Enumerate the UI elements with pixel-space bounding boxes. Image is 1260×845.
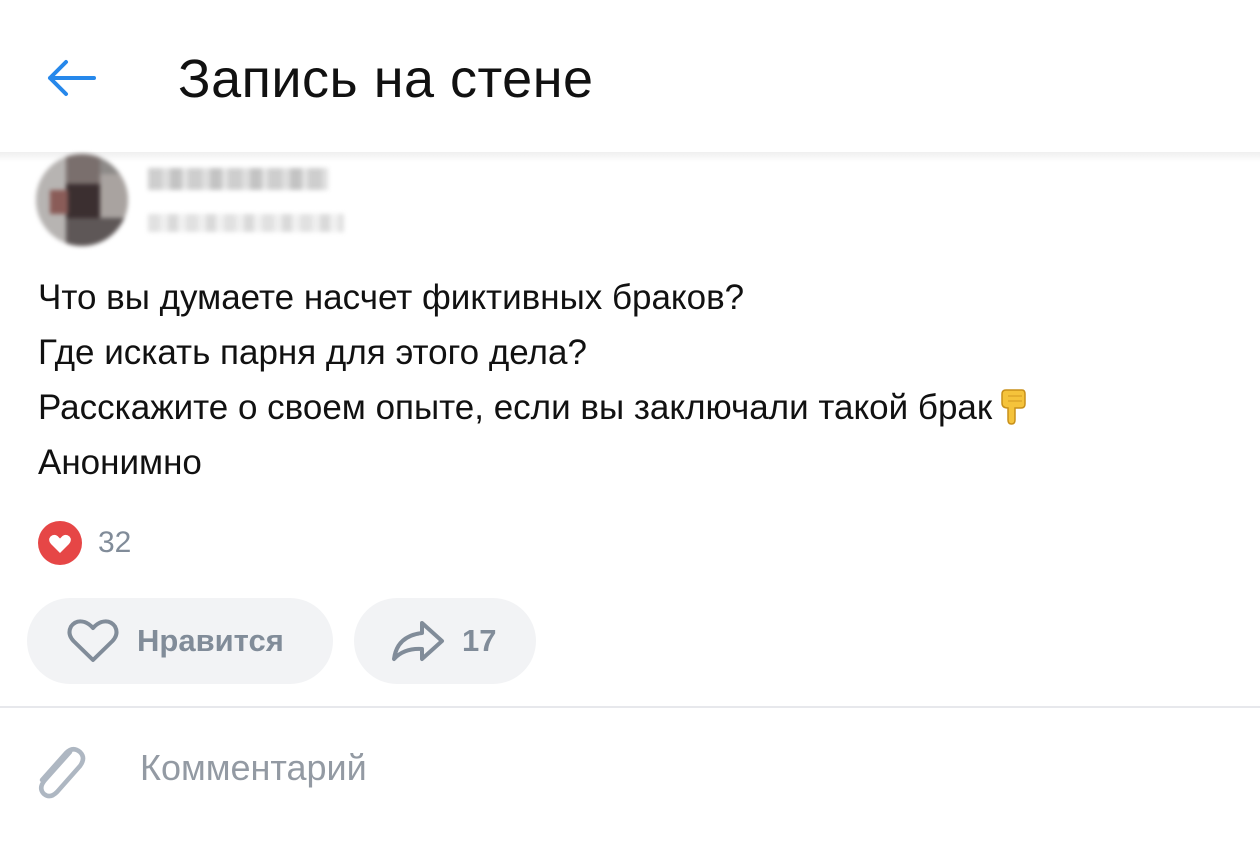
post-line: Где искать парня для этого дела? bbox=[38, 333, 587, 372]
share-button[interactable]: 17 bbox=[354, 598, 536, 684]
pointing-down-hand-emoji bbox=[1001, 389, 1026, 425]
back-button[interactable] bbox=[36, 48, 104, 108]
attach-button[interactable] bbox=[28, 738, 92, 806]
reactions-summary[interactable]: 32 bbox=[38, 520, 131, 566]
arrow-left-icon bbox=[48, 60, 96, 96]
share-arrow-icon bbox=[392, 621, 444, 661]
comment-bar bbox=[0, 708, 1260, 845]
post-text: Что вы думаете насчет фиктивных браков? … bbox=[38, 270, 1238, 490]
heart-outline-icon bbox=[67, 619, 119, 662]
post-line-with-emoji: Расскажите о своем опыте, если вы заключ… bbox=[38, 380, 1238, 435]
post-line: Анонимно bbox=[38, 443, 202, 482]
heart-reaction-icon bbox=[38, 521, 82, 565]
like-button[interactable]: Нравится bbox=[27, 598, 333, 684]
top-bar: Запись на стене bbox=[0, 0, 1260, 155]
avatar[interactable] bbox=[36, 154, 128, 246]
post-author[interactable] bbox=[36, 152, 356, 248]
paperclip-icon bbox=[39, 747, 86, 799]
comment-input[interactable] bbox=[140, 738, 1220, 798]
likes-count: 32 bbox=[98, 526, 132, 559]
post-line: Что вы думаете насчет фиктивных браков? bbox=[38, 278, 745, 317]
page-title: Запись на стене bbox=[178, 49, 594, 109]
post-line: Расскажите о своем опыте, если вы заключ… bbox=[38, 388, 993, 427]
post-date-redacted bbox=[148, 214, 344, 232]
share-count: 17 bbox=[462, 623, 497, 658]
author-name-redacted[interactable] bbox=[148, 168, 328, 190]
like-button-label: Нравится bbox=[137, 623, 284, 658]
